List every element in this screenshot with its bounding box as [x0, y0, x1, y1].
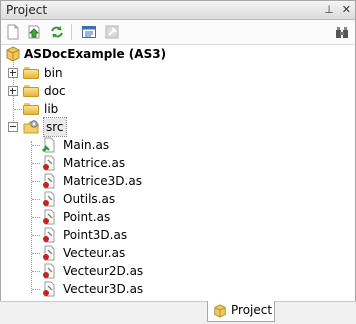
source-folder-icon	[23, 120, 39, 134]
file-label: Vecteur2D.as	[63, 264, 144, 278]
tree-folder-src[interactable]: src	[1, 117, 355, 137]
toolbar-separator	[71, 24, 72, 40]
file-label: Matrice.as	[63, 156, 126, 170]
file-label: Main.as	[63, 138, 110, 152]
class-file-icon	[43, 191, 55, 207]
folder-label: lib	[44, 102, 59, 116]
panel-title: Project	[6, 3, 48, 17]
import-icon[interactable]	[26, 24, 42, 40]
project-panel: Project ⊥ ✕ ASDocExample (AS3) bin doc l…	[0, 0, 356, 302]
project-cube-icon	[214, 304, 226, 318]
tree-file[interactable]: Vecteur2D.as	[1, 262, 355, 280]
tree-folder-lib[interactable]: lib	[1, 100, 355, 118]
tree-guide-line	[32, 289, 40, 290]
tree-guide-line	[32, 181, 40, 182]
tree-guide-line	[32, 217, 40, 218]
folder-label: bin	[44, 66, 63, 80]
file-label: Point.as	[63, 210, 111, 224]
expand-icon[interactable]	[8, 86, 18, 96]
properties-icon[interactable]	[81, 24, 97, 40]
tree-guide-line	[32, 199, 40, 200]
tree-guide-line	[32, 235, 40, 236]
expand-icon[interactable]	[8, 68, 18, 78]
panel-toolbar	[1, 20, 355, 45]
tree-root[interactable]: ASDocExample (AS3)	[1, 45, 355, 63]
main-class-icon	[42, 137, 55, 153]
folder-icon	[23, 85, 39, 97]
project-tree: ASDocExample (AS3) bin doc lib src Main.…	[1, 45, 355, 301]
class-file-icon	[43, 245, 55, 261]
class-file-icon	[43, 227, 55, 243]
tree-file[interactable]: Matrice.as	[1, 154, 355, 172]
tree-file[interactable]: Vecteur3D.as	[1, 280, 355, 298]
tools-icon[interactable]	[334, 24, 350, 40]
file-label: Vecteur.as	[63, 246, 126, 260]
tree-guide-line	[32, 145, 40, 146]
pin-icon[interactable]: ⊥	[324, 3, 334, 17]
tree-folder-doc[interactable]: doc	[1, 82, 355, 100]
tree-file[interactable]: Vecteur.as	[1, 244, 355, 262]
tree-guide-line	[32, 253, 40, 254]
new-file-icon[interactable]	[5, 24, 21, 40]
project-cube-icon	[6, 46, 20, 62]
bottom-tab-bar: Project	[0, 301, 356, 324]
file-label: Point3D.as	[63, 228, 128, 242]
tab-project[interactable]: Project	[207, 301, 275, 322]
build-icon[interactable]	[104, 24, 120, 40]
class-file-icon	[43, 209, 55, 225]
tree-file[interactable]: Point3D.as	[1, 226, 355, 244]
refresh-icon[interactable]	[49, 24, 65, 40]
tree-guide-line	[14, 109, 22, 110]
close-icon[interactable]: ✕	[342, 3, 351, 17]
file-label: Outils.as	[63, 192, 116, 206]
file-label: Vecteur3D.as	[63, 282, 144, 296]
tree-root-label: ASDocExample (AS3)	[24, 47, 167, 61]
tab-project-label: Project	[231, 303, 273, 317]
folder-label: src	[43, 117, 67, 137]
tree-file-main[interactable]: Main.as	[1, 136, 355, 154]
folder-icon	[23, 103, 39, 115]
tree-folder-bin[interactable]: bin	[1, 64, 355, 82]
class-file-icon	[43, 173, 55, 189]
file-label: Matrice3D.as	[63, 174, 142, 188]
tree-file[interactable]: Outils.as	[1, 190, 355, 208]
tree-guide-line	[32, 163, 40, 164]
tree-file[interactable]: Matrice3D.as	[1, 172, 355, 190]
class-file-icon	[43, 263, 55, 279]
class-file-icon	[43, 281, 55, 297]
panel-titlebar: Project ⊥ ✕	[1, 1, 355, 20]
collapse-icon[interactable]	[8, 122, 18, 132]
folder-label: doc	[44, 84, 66, 98]
tree-guide-line	[32, 271, 40, 272]
class-file-icon	[43, 155, 55, 171]
tree-file[interactable]: Point.as	[1, 208, 355, 226]
folder-icon	[23, 67, 39, 79]
